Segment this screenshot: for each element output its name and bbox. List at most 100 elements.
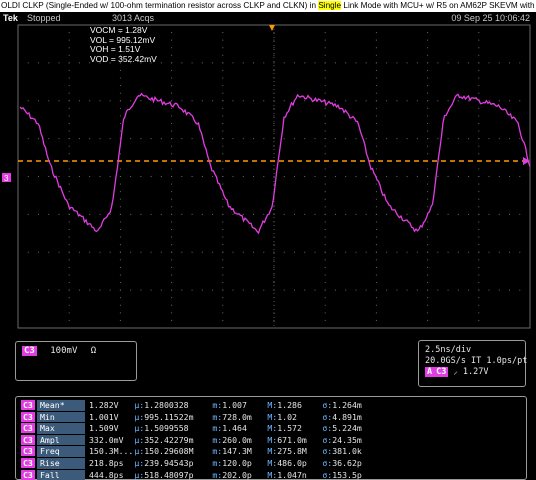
measurement-row[interactable]: C3 Fall 444.8ps μ:518.48097p m:202.0p M:1.047… — [20, 469, 381, 480]
measurement-max-label: M: — [267, 446, 278, 457]
measurement-channel: C3 — [21, 423, 35, 434]
measurement-max: 671.0m — [277, 434, 307, 445]
measurement-max-label: M: — [267, 434, 278, 445]
voltage-readout: VOCM = 1.28V VOL = 995.12mV VOH = 1.51V … — [90, 25, 157, 64]
measurement-min-label: m: — [212, 434, 223, 445]
measurement-name: Freq — [37, 446, 85, 457]
measurement-stddev-label: σ: — [322, 469, 333, 480]
measurement-stddev-label: σ: — [322, 423, 333, 434]
measurement-mean-label: μ: — [134, 423, 145, 434]
measurement-mean-label: μ: — [134, 400, 145, 410]
measurement-value: 1.282V — [89, 400, 119, 410]
measurement-stddev-label: σ: — [322, 446, 333, 457]
measurement-channel: C3 — [21, 446, 35, 457]
measurement-max-label: M: — [267, 411, 278, 422]
timebase-box[interactable]: 2.5ns/div 20.0GS/s IT 1.0ps/pt A C3 ⸝ 1.2… — [418, 340, 528, 387]
measurement-mean-label: μ: — [134, 457, 145, 468]
measurement-min: 120.0p — [222, 457, 252, 468]
measurement-name: Min — [37, 411, 85, 423]
oscilloscope-screen: Tek Stopped 3013 Acqs 09 Sep 25 10:06:42… — [0, 12, 536, 480]
measurement-stddev: 24.35m — [332, 434, 362, 445]
measurement-mean-label: μ: — [134, 446, 145, 457]
trigger-channel-badge: C3 — [434, 367, 449, 377]
measurement-min: 1.007 — [222, 400, 247, 410]
measurement-max: 275.8M — [277, 446, 307, 457]
measurement-min: 1.464 — [222, 423, 247, 434]
measurement-row[interactable]: C3 Mean* 1.282V μ:1.2800328 m:1.007 M:1.286 σ:… — [20, 400, 381, 411]
measurement-max: 486.0p — [277, 457, 307, 468]
measurement-stddev: 153.5p — [332, 469, 362, 480]
measurement-name: Fall — [37, 469, 85, 480]
measurement-max: 1.047n — [277, 469, 307, 480]
measurement-max: 1.572 — [277, 423, 302, 434]
caption-prefix: OLDI CLKP (Single-Ended w/ 100-ohm termi… — [1, 1, 319, 10]
measurement-max-label: M: — [267, 469, 278, 480]
measurement-mean: 1.5099558 — [144, 423, 189, 434]
measurement-max-label: M: — [267, 400, 278, 410]
measurement-mean-label: μ: — [134, 469, 145, 480]
measurement-min: 202.0p — [222, 469, 252, 480]
sample-rate: 20.0GS/s IT 1.0ps/pt — [425, 356, 528, 366]
measurement-row[interactable]: C3 Freq 150.3M... μ:150.29608M m:147.3M M:275… — [20, 446, 381, 457]
measurement-mean: 995.11522m — [144, 411, 194, 422]
measurement-min-label: m: — [212, 446, 223, 457]
slide-caption: OLDI CLKP (Single-Ended w/ 100-ohm termi… — [0, 0, 536, 12]
measurement-channel: C3 — [21, 457, 35, 468]
channel-ground-label: 3 — [4, 174, 9, 183]
measurement-name: Max — [37, 423, 85, 434]
measurement-stddev-label: σ: — [322, 400, 333, 410]
measurement-max: 1.02 — [277, 411, 297, 422]
measurement-min-label: m: — [212, 457, 223, 468]
trigger-setting: A C3 ⸝ 1.27V — [425, 367, 525, 378]
measurement-channel: C3 — [21, 434, 35, 445]
measurement-table[interactable]: C3 Mean* 1.282V μ:1.2800328 m:1.007 M:1.286 σ:… — [15, 396, 527, 480]
channel-scale: 100mV — [50, 346, 78, 356]
measurement-row[interactable]: C3 Rise 218.8ps μ:239.94543p m:120.0p M:486.0… — [20, 457, 381, 469]
measurement-value: 332.0mV — [89, 434, 124, 445]
measurement-min-label: m: — [212, 469, 223, 480]
measurement-min-label: m: — [212, 411, 223, 422]
measurement-name: Mean* — [37, 400, 85, 411]
trigger-slope-icon: ⸝ — [453, 367, 458, 377]
measurement-stddev: 4.891m — [332, 411, 362, 422]
measurement-mean: 1.2800328 — [144, 400, 189, 410]
measurement-value: 150.3M... — [89, 446, 134, 457]
measurement-mean-label: μ: — [134, 434, 145, 445]
caption-highlight: Single — [318, 1, 342, 10]
measurement-channel: C3 — [21, 411, 35, 422]
measurement-max: 1.286 — [277, 400, 302, 410]
measurement-stddev: 381.0k — [332, 446, 362, 457]
channel-badge: C3 — [22, 346, 37, 356]
measurement-row[interactable]: C3 Min 1.001V μ:995.11522m m:728.0m M:1.02 σ:4… — [20, 411, 381, 423]
measurement-stddev: 5.224m — [332, 423, 362, 434]
measurement-value: 218.8ps — [89, 457, 124, 468]
channel-impedance-icon: Ω — [90, 346, 97, 356]
measurement-name: Ampl — [37, 434, 85, 446]
measurement-mean: 352.42279m — [144, 434, 194, 445]
measurement-min-label: m: — [212, 400, 223, 410]
measurement-mean: 518.48097p — [144, 469, 194, 480]
measurement-row[interactable]: C3 Ampl 332.0mV μ:352.42279m m:260.0m M:671.0… — [20, 434, 381, 446]
trigger-level: 1.27V — [462, 367, 489, 377]
measurement-min: 147.3M — [222, 446, 252, 457]
measurement-row[interactable]: C3 Max 1.509V μ:1.5099558 m:1.464 M:1.572 σ:5.… — [20, 423, 381, 434]
measurement-value: 444.8ps — [89, 469, 124, 480]
measurement-stddev: 1.264m — [332, 400, 362, 410]
measurement-stddev-label: σ: — [322, 457, 333, 468]
measurement-value: 1.001V — [89, 411, 119, 422]
measurement-min: 260.0m — [222, 434, 252, 445]
measurement-channel: C3 — [21, 400, 35, 410]
caption-suffix: Link Mode with MCU+ w/ R5 on AM62P SKEVM… — [343, 1, 536, 10]
vod-readout: VOD = 352.42mV — [90, 53, 157, 64]
measurement-min: 728.0m — [222, 411, 252, 422]
trigger-mode-badge: A — [425, 367, 435, 377]
measurement-value: 1.509V — [89, 423, 119, 434]
measurement-channel: C3 — [21, 469, 35, 480]
measurement-stddev: 36.62p — [332, 457, 362, 468]
horizontal-scale: 2.5ns/div — [425, 345, 472, 355]
measurement-name: Rise — [37, 457, 85, 469]
channel-settings-box[interactable]: C3 100mV Ω — [15, 341, 137, 381]
measurement-mean-label: μ: — [134, 411, 145, 422]
measurement-max-label: M: — [267, 423, 278, 434]
measurement-min-label: m: — [212, 423, 223, 434]
